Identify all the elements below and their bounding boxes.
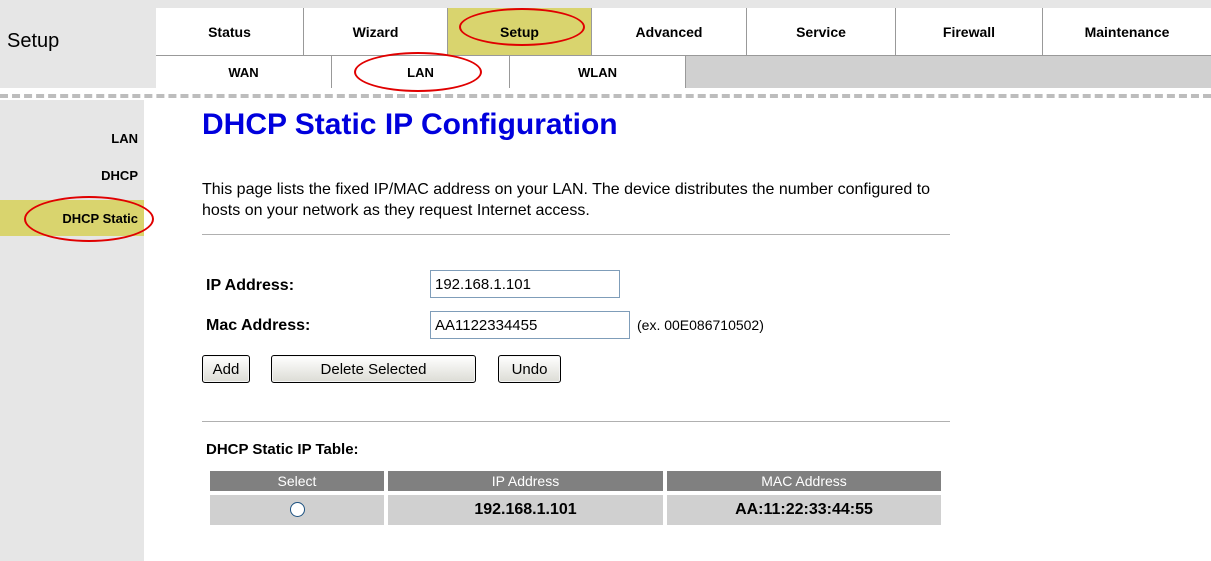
ip-address-label: IP Address: bbox=[206, 277, 295, 294]
header-divider bbox=[0, 94, 1211, 98]
main-nav: Status Wizard Setup Advanced Service Fir… bbox=[156, 8, 1211, 56]
add-button[interactable]: Add bbox=[202, 355, 250, 383]
radio-icon[interactable] bbox=[289, 502, 305, 518]
table-cell-mac: AA:11:22:33:44:55 bbox=[667, 491, 941, 525]
tab-firewall[interactable]: Firewall bbox=[895, 8, 1042, 56]
delete-selected-button[interactable]: Delete Selected bbox=[271, 355, 476, 383]
tab-wizard[interactable]: Wizard bbox=[303, 8, 447, 56]
static-ip-table: Select IP Address MAC Address 192.168.1.… bbox=[206, 471, 945, 525]
column-header-select: Select bbox=[210, 471, 384, 491]
mac-address-input[interactable] bbox=[430, 311, 630, 339]
sub-nav: WAN LAN WLAN bbox=[156, 56, 1211, 88]
subtab-wan[interactable]: WAN bbox=[156, 56, 332, 88]
tab-advanced[interactable]: Advanced bbox=[591, 8, 746, 56]
tab-status[interactable]: Status bbox=[156, 8, 303, 56]
sidebar-item-lan[interactable]: LAN bbox=[0, 120, 144, 156]
divider bbox=[202, 234, 950, 235]
page-description: This page lists the fixed IP/MAC address… bbox=[202, 181, 931, 219]
table-cell-ip: 192.168.1.101 bbox=[388, 491, 663, 525]
ip-address-input[interactable] bbox=[430, 270, 620, 298]
tab-setup[interactable]: Setup bbox=[447, 8, 591, 56]
header-bar: Setup Status Wizard Setup Advanced Servi… bbox=[0, 0, 1211, 88]
table-cell-select bbox=[210, 491, 384, 525]
undo-button[interactable]: Undo bbox=[498, 355, 561, 383]
section-label: Setup bbox=[7, 30, 60, 52]
column-header-ip: IP Address bbox=[388, 471, 663, 491]
tab-maintenance[interactable]: Maintenance bbox=[1042, 8, 1211, 56]
subtab-wlan[interactable]: WLAN bbox=[510, 56, 686, 88]
tab-service[interactable]: Service bbox=[746, 8, 895, 56]
sidebar-item-dhcp[interactable]: DHCP bbox=[0, 157, 144, 193]
table-header-row: Select IP Address MAC Address bbox=[210, 471, 941, 491]
sidebar-item-dhcp-static[interactable]: DHCP Static bbox=[0, 200, 144, 236]
page-title: DHCP Static IP Configuration bbox=[202, 108, 618, 141]
divider bbox=[202, 421, 950, 422]
mac-address-hint: (ex. 00E086710502) bbox=[637, 317, 764, 333]
table-row: 192.168.1.101 AA:11:22:33:44:55 bbox=[210, 491, 941, 525]
mac-address-label: Mac Address: bbox=[206, 317, 311, 334]
sidebar: LAN DHCP DHCP Static bbox=[0, 100, 144, 561]
column-header-mac: MAC Address bbox=[667, 471, 941, 491]
subtab-lan[interactable]: LAN bbox=[332, 56, 510, 88]
table-title: DHCP Static IP Table: bbox=[206, 441, 359, 458]
